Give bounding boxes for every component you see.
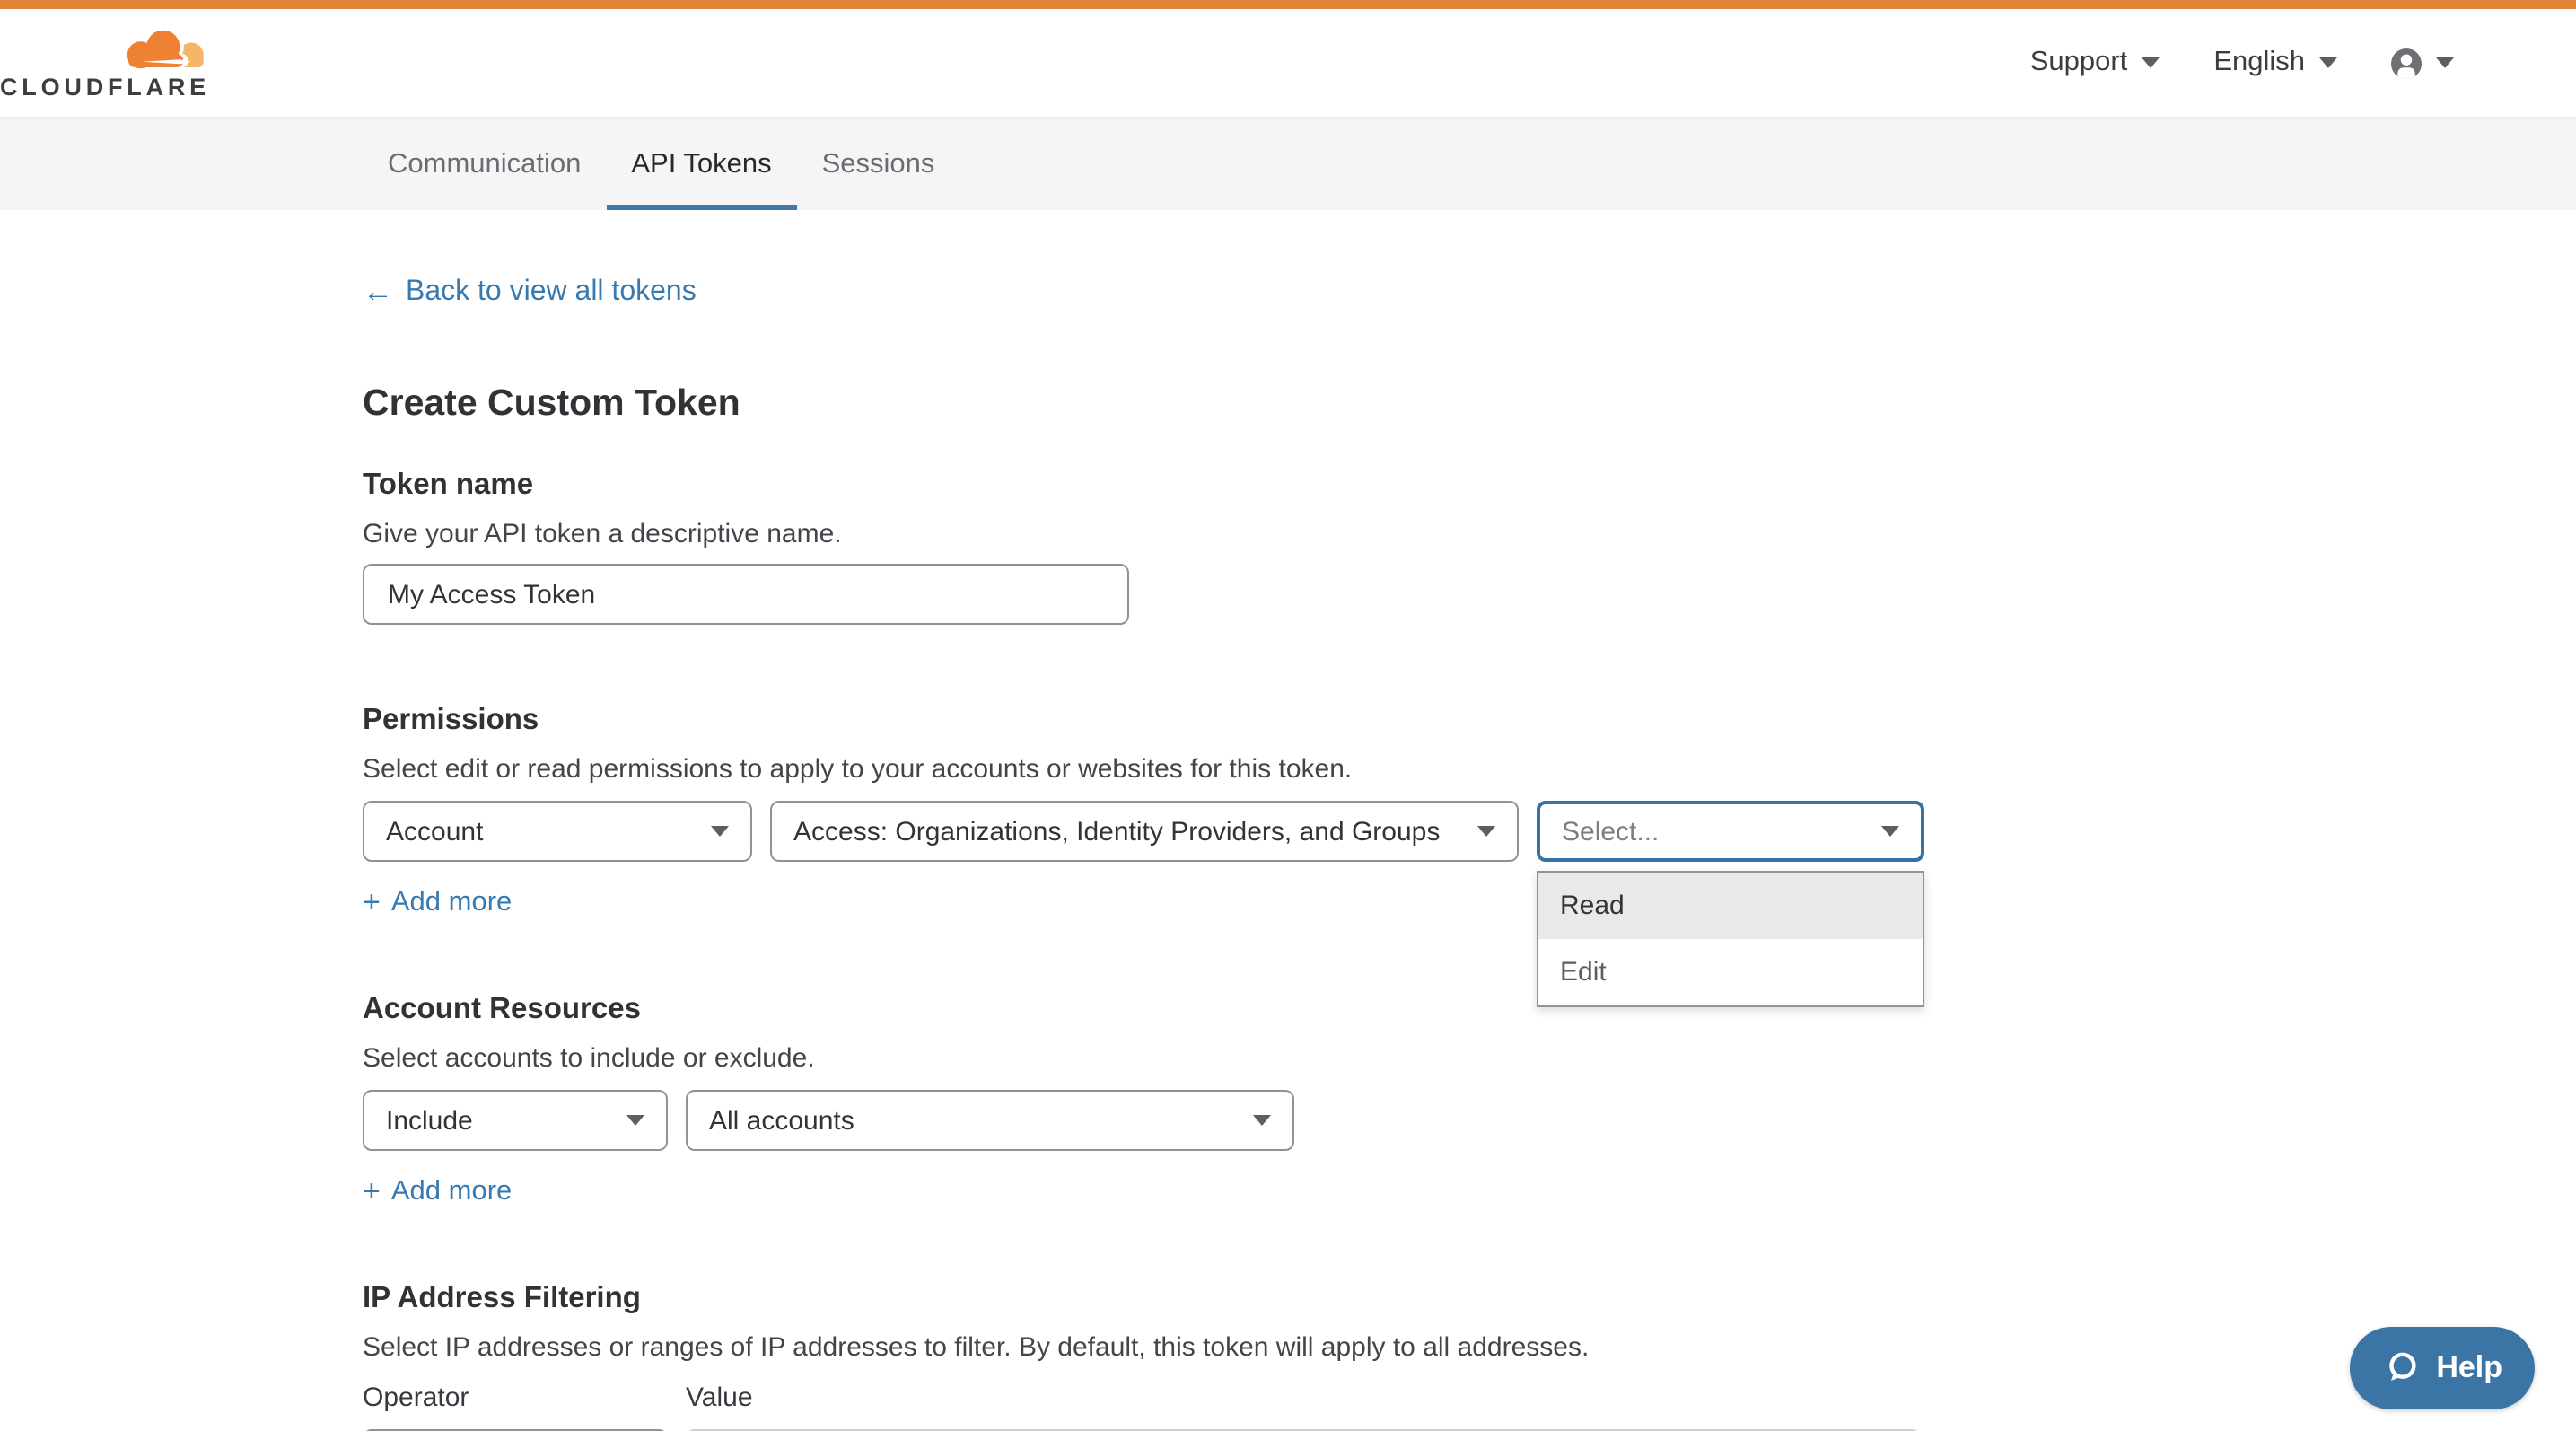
add-more-permission-link[interactable]: + Add more — [363, 885, 512, 921]
plus-icon: + — [363, 1174, 381, 1210]
back-link[interactable]: ← Back to view all tokens — [363, 275, 697, 311]
chevron-down-icon — [2319, 57, 2337, 68]
help-button-label: Help — [2436, 1350, 2502, 1386]
language-menu[interactable]: English — [2213, 47, 2337, 79]
cloudflare-logo-text: CLOUDFLARE — [0, 73, 210, 100]
permission-scope-value: Account — [386, 816, 483, 847]
operator-label: Operator — [363, 1383, 686, 1413]
menu-option-edit[interactable]: Edit — [1538, 939, 1923, 1005]
account-include-select[interactable]: Include — [363, 1090, 668, 1151]
ip-filtering-labels: Operator Value — [363, 1383, 2576, 1413]
permission-level-menu: Read Edit — [1537, 871, 1924, 1007]
value-label: Value — [686, 1383, 753, 1413]
chevron-down-icon — [1253, 1115, 1271, 1126]
account-resources-description: Select accounts to include or exclude. — [363, 1043, 2576, 1074]
top-accent-bar — [0, 0, 2576, 9]
permission-level-placeholder: Select... — [1562, 816, 1659, 847]
permissions-description: Select edit or read permissions to apply… — [363, 754, 2576, 785]
tab-api-tokens[interactable]: API Tokens — [606, 119, 796, 210]
token-name-description: Give your API token a descriptive name. — [363, 519, 2576, 549]
account-resources-heading: Account Resources — [363, 993, 2576, 1027]
menu-option-read[interactable]: Read — [1538, 873, 1923, 939]
chevron-down-icon — [1477, 826, 1495, 837]
chevron-down-icon — [2142, 57, 2160, 68]
back-link-label: Back to view all tokens — [406, 277, 697, 309]
token-name-input[interactable] — [363, 564, 1129, 625]
account-resources-section: Account Resources Select accounts to inc… — [363, 993, 2576, 1210]
tab-bar: Communication API Tokens Sessions — [0, 117, 2576, 210]
token-name-heading: Token name — [363, 469, 2576, 503]
chevron-down-icon — [2436, 57, 2454, 68]
add-more-account-link[interactable]: + Add more — [363, 1174, 512, 1210]
add-more-account-label: Add more — [391, 1176, 512, 1208]
permission-scope-select[interactable]: Account — [363, 801, 752, 862]
user-menu[interactable] — [2391, 48, 2454, 78]
account-scope-value: All accounts — [709, 1105, 854, 1136]
support-menu[interactable]: Support — [2030, 47, 2160, 79]
plus-icon: + — [363, 885, 381, 921]
permissions-heading: Permissions — [363, 704, 2576, 738]
help-button[interactable]: Help — [2350, 1327, 2535, 1409]
chat-bubble-icon — [2382, 1348, 2422, 1388]
permissions-row: Account Access: Organizations, Identity … — [363, 801, 2576, 862]
add-more-permission-label: Add more — [391, 887, 512, 919]
account-include-value: Include — [386, 1105, 473, 1136]
language-menu-label: English — [2213, 47, 2305, 79]
token-name-section: Token name Give your API token a descrip… — [363, 469, 2576, 625]
page-title: Create Custom Token — [363, 382, 2576, 426]
page: CLOUDFLARE Support English — [0, 0, 2576, 1431]
account-resources-row: Include All accounts — [363, 1090, 2576, 1151]
permission-level-select[interactable]: Select... Read Edit — [1537, 801, 1924, 862]
main-content: ← Back to view all tokens Create Custom … — [0, 210, 2576, 1431]
chevron-down-icon — [626, 1115, 644, 1126]
cloudflare-cloud-icon — [117, 26, 212, 71]
ip-filtering-description: Select IP addresses or ranges of IP addr… — [363, 1332, 2576, 1363]
back-arrow-icon: ← — [363, 275, 393, 311]
ip-filtering-section: IP Address Filtering Select IP addresses… — [363, 1282, 2576, 1431]
header-menus: Support English — [2030, 47, 2454, 79]
chevron-down-icon — [1881, 826, 1899, 837]
tab-sessions[interactable]: Sessions — [797, 119, 960, 210]
support-menu-label: Support — [2030, 47, 2128, 79]
tab-communication[interactable]: Communication — [363, 119, 606, 210]
permissions-section: Permissions Select edit or read permissi… — [363, 704, 2576, 921]
permission-group-select[interactable]: Access: Organizations, Identity Provider… — [770, 801, 1519, 862]
account-scope-select[interactable]: All accounts — [686, 1090, 1294, 1151]
cloudflare-logo[interactable]: CLOUDFLARE — [22, 26, 210, 100]
app-header: CLOUDFLARE Support English — [0, 9, 2576, 117]
ip-filtering-heading: IP Address Filtering — [363, 1282, 2576, 1316]
chevron-down-icon — [711, 826, 729, 837]
user-avatar-icon — [2391, 48, 2422, 78]
permission-group-value: Access: Organizations, Identity Provider… — [793, 816, 1440, 847]
